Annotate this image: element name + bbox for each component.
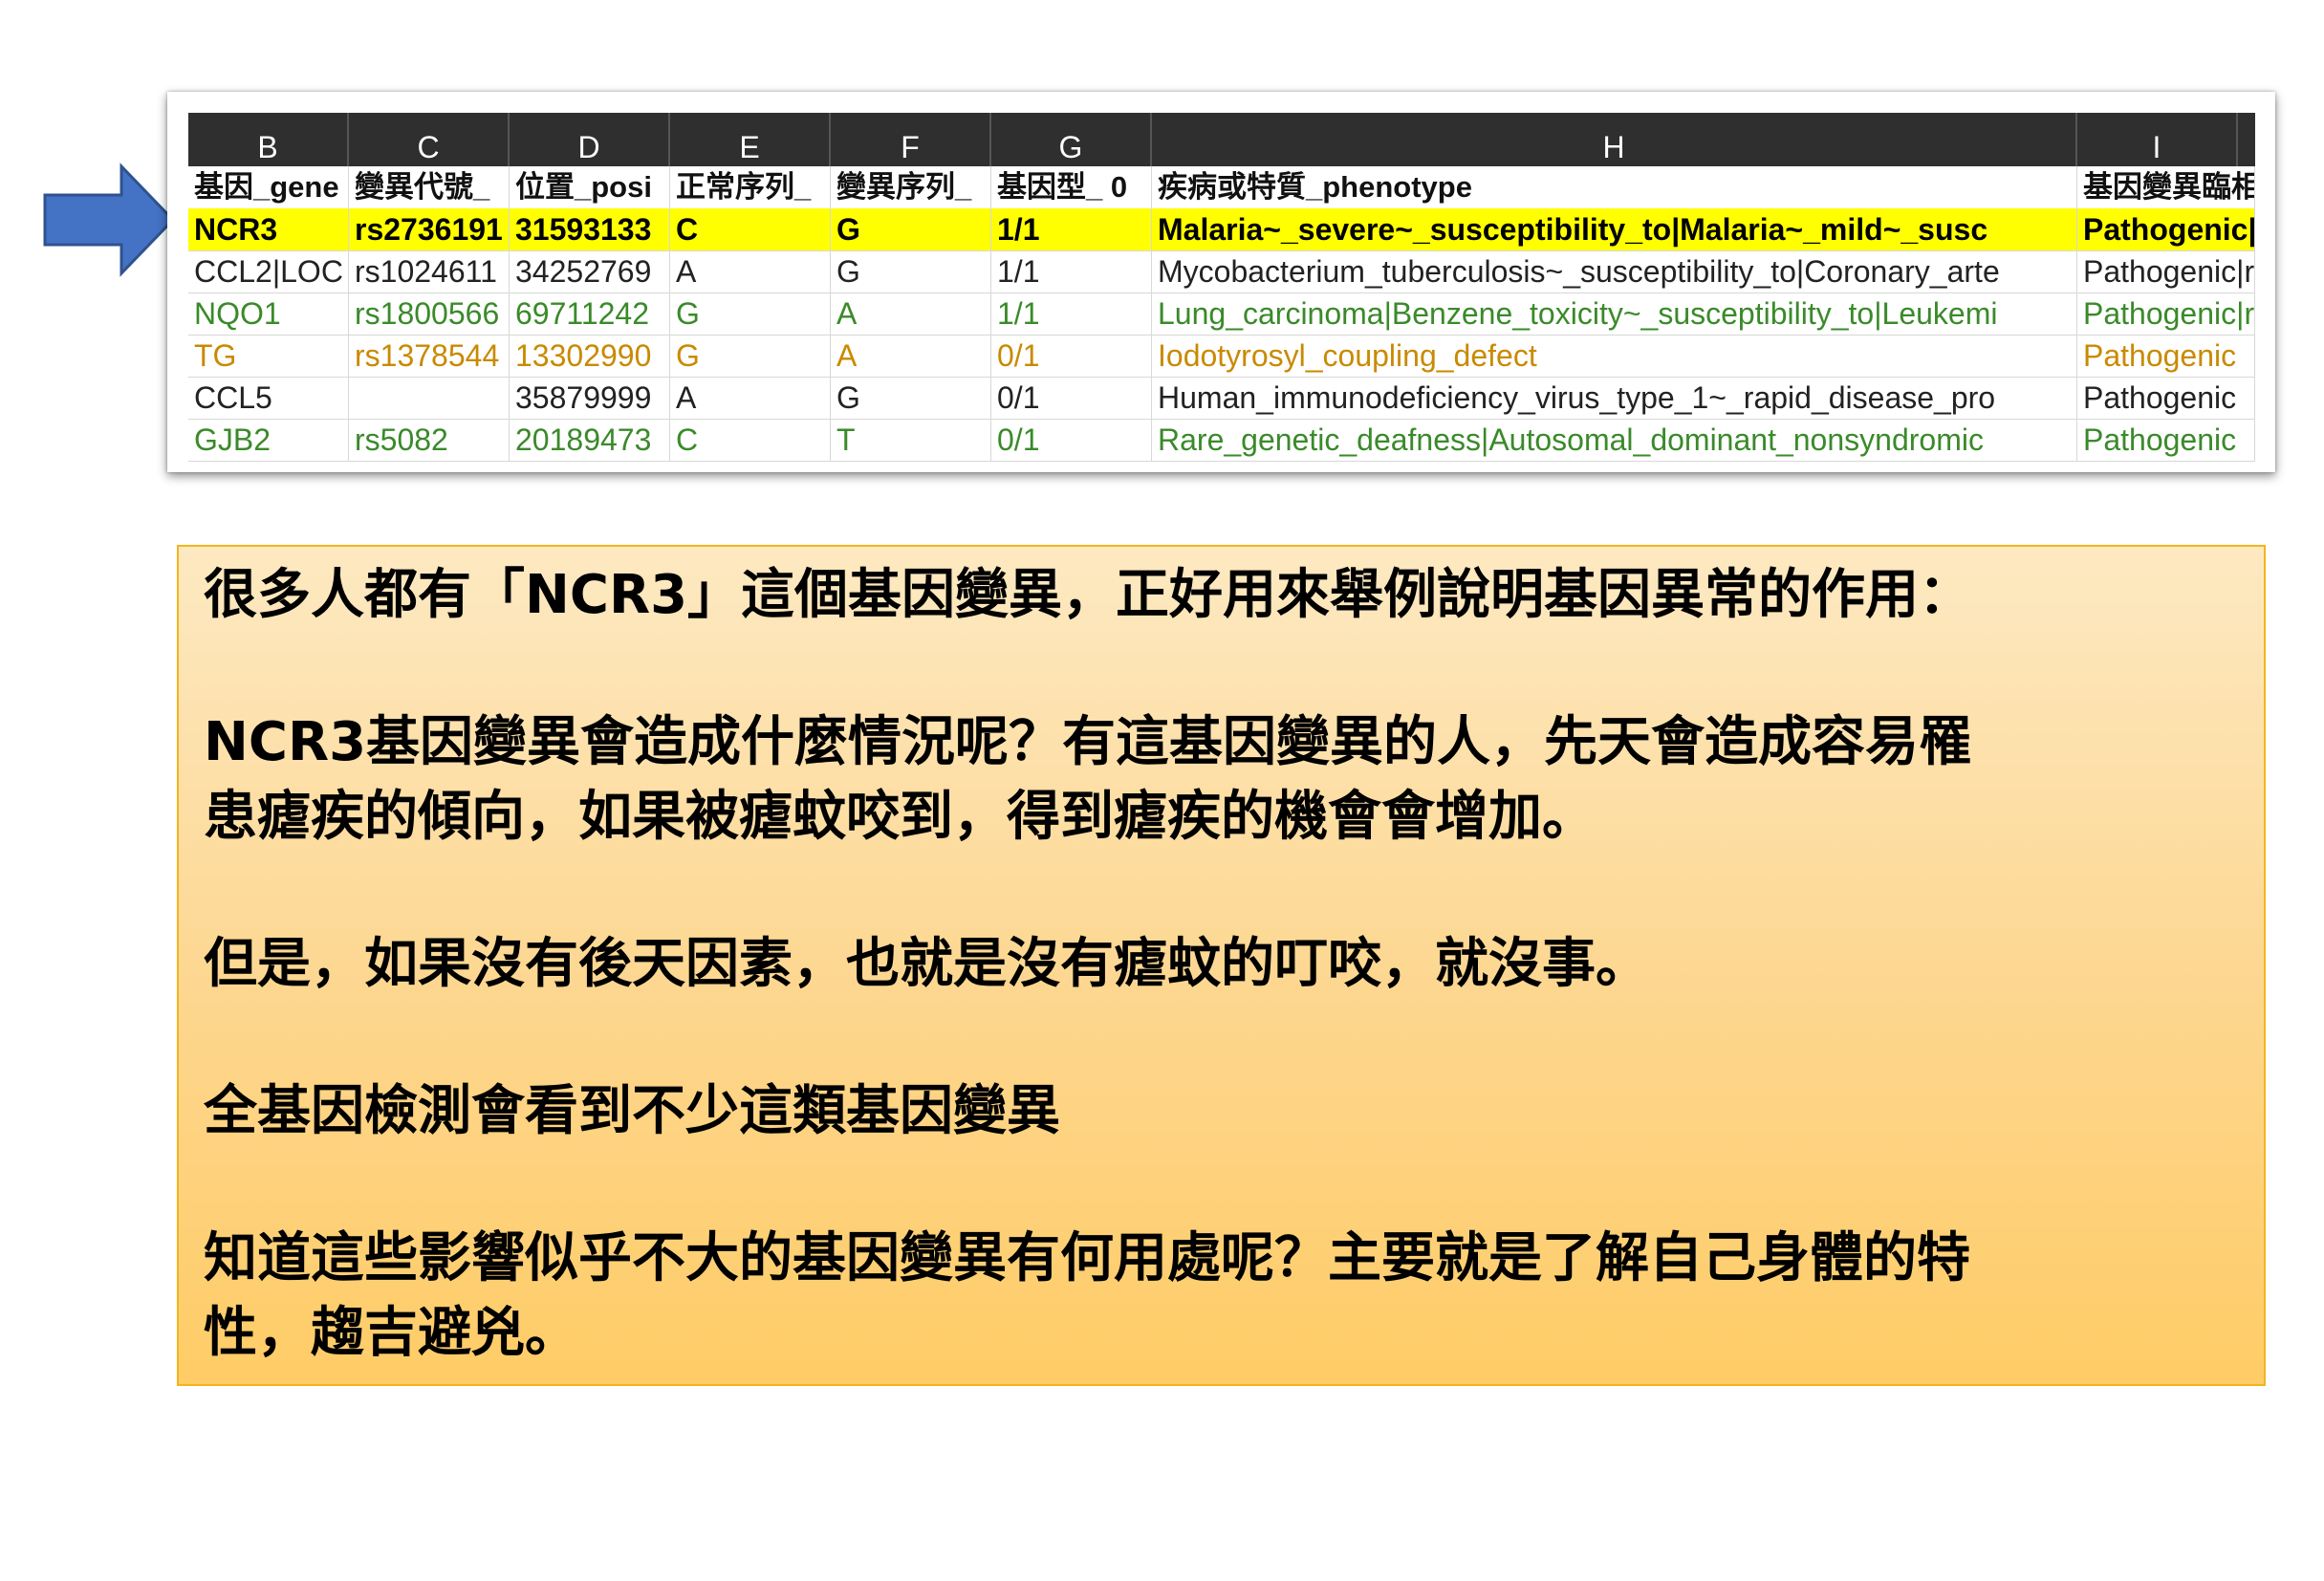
column-header-i[interactable]: I xyxy=(2077,113,2238,166)
paragraph-genome-test: 全基因檢測會看到不少這類基因變異 xyxy=(204,1080,1060,1142)
cell[interactable]: Lung_carcinoma|Benzene_toxicity~_suscept… xyxy=(1152,292,2077,335)
header-row: 基因_gene 變異代號_ 位置_posi 正常序列_ 變異序列_ 基因型_ 0… xyxy=(188,166,2255,209)
cell[interactable]: CCL5 xyxy=(188,377,349,419)
table-row[interactable]: GJB2 rs5082 20189473 C T 0/1 Rare_geneti… xyxy=(188,419,2255,462)
paragraph-intro: 很多人都有「NCR3」這個基因變異，正好用來舉例說明基因異常的作用： xyxy=(204,564,1973,626)
spreadsheet-grid: B C D E F G H I 基因_gene 變異代號_ 位置_posi 正常… xyxy=(188,113,2255,472)
cell[interactable]: rs5082 xyxy=(349,419,510,461)
cell[interactable]: 基因變異臨相 xyxy=(2077,166,2255,208)
cell[interactable]: CCL2|LOC xyxy=(188,250,349,292)
cell[interactable]: A xyxy=(670,377,831,419)
cell[interactable]: Pathogenic|r xyxy=(2077,250,2255,292)
cell[interactable]: Malaria~_severe~_susceptibility_to|Malar… xyxy=(1152,208,2077,250)
column-header-h[interactable]: H xyxy=(1152,113,2077,166)
cell[interactable] xyxy=(349,377,510,419)
column-header-e[interactable]: E xyxy=(670,113,831,166)
cell[interactable]: G xyxy=(670,292,831,335)
explanation-textbox: 很多人都有「NCR3」這個基因變異，正好用來舉例說明基因異常的作用： NCR3基… xyxy=(177,545,2266,1386)
cell[interactable]: 正常序列_ xyxy=(670,166,831,208)
cell[interactable]: rs1378544 xyxy=(349,335,510,377)
paragraph-environment: 但是，如果沒有後天因素，也就是沒有瘧蚊的叮咬，就沒事。 xyxy=(204,933,1649,995)
cell[interactable]: Pathogenic|r xyxy=(2077,292,2255,335)
cell[interactable]: Rare_genetic_deafness|Autosomal_dominant… xyxy=(1152,419,2077,461)
paragraph-usefulness-line2: 性，趨吉避兇。 xyxy=(204,1302,578,1364)
cell[interactable]: C xyxy=(670,419,831,461)
cell[interactable]: 1/1 xyxy=(991,292,1152,335)
cell[interactable]: 基因_gene xyxy=(188,166,349,208)
paragraph-ncr3-line2: 患瘧疾的傾向，如果被瘧蚊咬到，得到瘧疾的機會會增加。 xyxy=(204,786,1596,848)
cell[interactable]: 變異代號_ xyxy=(349,166,510,208)
cell[interactable]: GJB2 xyxy=(188,419,349,461)
column-header-g[interactable]: G xyxy=(991,113,1152,166)
cell[interactable]: 變異序列_ xyxy=(831,166,991,208)
cell[interactable]: 位置_posi xyxy=(510,166,670,208)
cell[interactable]: 35879999 xyxy=(510,377,670,419)
column-header-f[interactable]: F xyxy=(831,113,991,166)
cell[interactable]: 0/1 xyxy=(991,419,1152,461)
table-row[interactable]: CCL2|LOC rs1024611 34252769 A G 1/1 Myco… xyxy=(188,250,2255,293)
table-row[interactable]: TG rs1378544 13302990 G A 0/1 Iodotyrosy… xyxy=(188,335,2255,378)
cell[interactable]: Pathogenic xyxy=(2077,335,2255,377)
cell[interactable]: 基因型_ 0 xyxy=(991,166,1152,208)
cell[interactable]: 31593133 xyxy=(510,208,670,250)
cell[interactable]: Pathogenic| xyxy=(2077,208,2255,250)
cell[interactable]: G xyxy=(831,250,991,292)
cell[interactable]: T xyxy=(831,419,991,461)
column-header-d[interactable]: D xyxy=(510,113,670,166)
cell[interactable]: 34252769 xyxy=(510,250,670,292)
cell[interactable]: 1/1 xyxy=(991,250,1152,292)
cell[interactable]: Mycobacterium_tuberculosis~_susceptibili… xyxy=(1152,250,2077,292)
cell[interactable]: rs2736191 xyxy=(349,208,510,250)
paragraph-usefulness-line1: 知道這些影響似乎不大的基因變異有何用處呢？主要就是了解自己身體的特 xyxy=(204,1227,1970,1289)
cell[interactable]: Human_immunodeficiency_virus_type_1~_rap… xyxy=(1152,377,2077,419)
cell[interactable]: Pathogenic xyxy=(2077,377,2255,419)
cell[interactable]: 13302990 xyxy=(510,335,670,377)
cell[interactable]: 69711242 xyxy=(510,292,670,335)
cell[interactable]: G xyxy=(831,208,991,250)
cell[interactable]: rs1024611 xyxy=(349,250,510,292)
paragraph-ncr3-line1: NCR3基因變異會造成什麼情況呢？有這基因變異的人，先天會造成容易罹 xyxy=(204,711,1973,773)
right-arrow-icon xyxy=(43,162,176,277)
cell[interactable]: 1/1 xyxy=(991,208,1152,250)
cell[interactable]: A xyxy=(670,250,831,292)
cell[interactable]: G xyxy=(670,335,831,377)
cell[interactable]: rs1800566 xyxy=(349,292,510,335)
spreadsheet-screenshot: B C D E F G H I 基因_gene 變異代號_ 位置_posi 正常… xyxy=(167,92,2275,472)
table-row[interactable]: CCL5 35879999 A G 0/1 Human_immunodefici… xyxy=(188,377,2255,420)
cell[interactable]: C xyxy=(670,208,831,250)
column-header-bar: B C D E F G H I xyxy=(188,113,2255,166)
cell[interactable]: 疾病或特質_phenotype xyxy=(1152,166,2077,208)
cell[interactable]: TG xyxy=(188,335,349,377)
column-header-c[interactable]: C xyxy=(349,113,510,166)
cell[interactable]: Pathogenic xyxy=(2077,419,2255,461)
table-row-highlighted[interactable]: NCR3 rs2736191 31593133 C G 1/1 Malaria~… xyxy=(188,208,2255,251)
cell[interactable]: 20189473 xyxy=(510,419,670,461)
column-header-b[interactable]: B xyxy=(188,113,349,166)
cell[interactable]: NCR3 xyxy=(188,208,349,250)
cell[interactable]: 0/1 xyxy=(991,377,1152,419)
cell[interactable]: A xyxy=(831,335,991,377)
cell[interactable]: 0/1 xyxy=(991,335,1152,377)
table-row[interactable]: NQO1 rs1800566 69711242 G A 1/1 Lung_car… xyxy=(188,292,2255,336)
cell[interactable]: A xyxy=(831,292,991,335)
cell[interactable]: G xyxy=(831,377,991,419)
cell[interactable]: Iodotyrosyl_coupling_defect xyxy=(1152,335,2077,377)
cell[interactable]: NQO1 xyxy=(188,292,349,335)
